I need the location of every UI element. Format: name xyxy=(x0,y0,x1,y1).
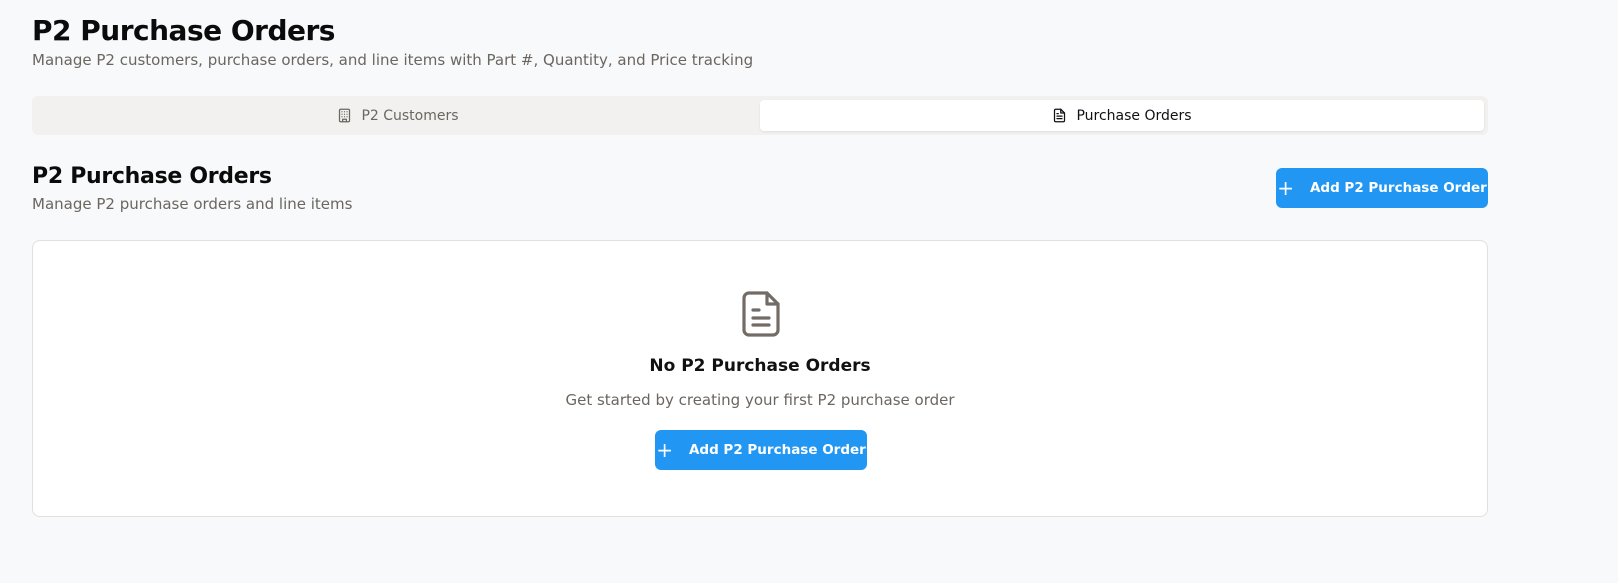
plus-icon: + xyxy=(656,438,673,462)
section-title: P2 Purchase Orders xyxy=(32,164,272,189)
page-title: P2 Purchase Orders xyxy=(32,14,335,47)
add-first-purchase-order-button[interactable]: + Add P2 Purchase Order xyxy=(655,430,867,470)
add-purchase-order-button[interactable]: + Add P2 Purchase Order xyxy=(1276,168,1488,208)
page: P2 Purchase Orders Manage P2 customers, … xyxy=(0,0,1618,583)
button-label: Add P2 Purchase Order xyxy=(688,442,866,458)
building-icon xyxy=(337,108,352,123)
empty-state-card: No P2 Purchase Orders Get started by cre… xyxy=(32,240,1488,517)
file-text-icon xyxy=(740,290,782,342)
tab-purchase-orders[interactable]: Purchase Orders xyxy=(760,100,1484,131)
empty-state-title: No P2 Purchase Orders xyxy=(649,356,871,376)
tab-label: P2 Customers xyxy=(361,107,459,124)
page-subtitle: Manage P2 customers, purchase orders, an… xyxy=(32,51,754,69)
plus-icon: + xyxy=(1277,176,1294,200)
file-text-icon xyxy=(1052,108,1067,123)
empty-state-description: Get started by creating your first P2 pu… xyxy=(565,391,955,409)
tab-label: Purchase Orders xyxy=(1076,107,1192,124)
tab-list: P2 Customers Purchase Orders xyxy=(32,96,1488,135)
tab-p2-customers[interactable]: P2 Customers xyxy=(36,100,760,131)
section-subtitle: Manage P2 purchase orders and line items xyxy=(32,195,353,213)
button-label: Add P2 Purchase Order xyxy=(1309,180,1487,196)
